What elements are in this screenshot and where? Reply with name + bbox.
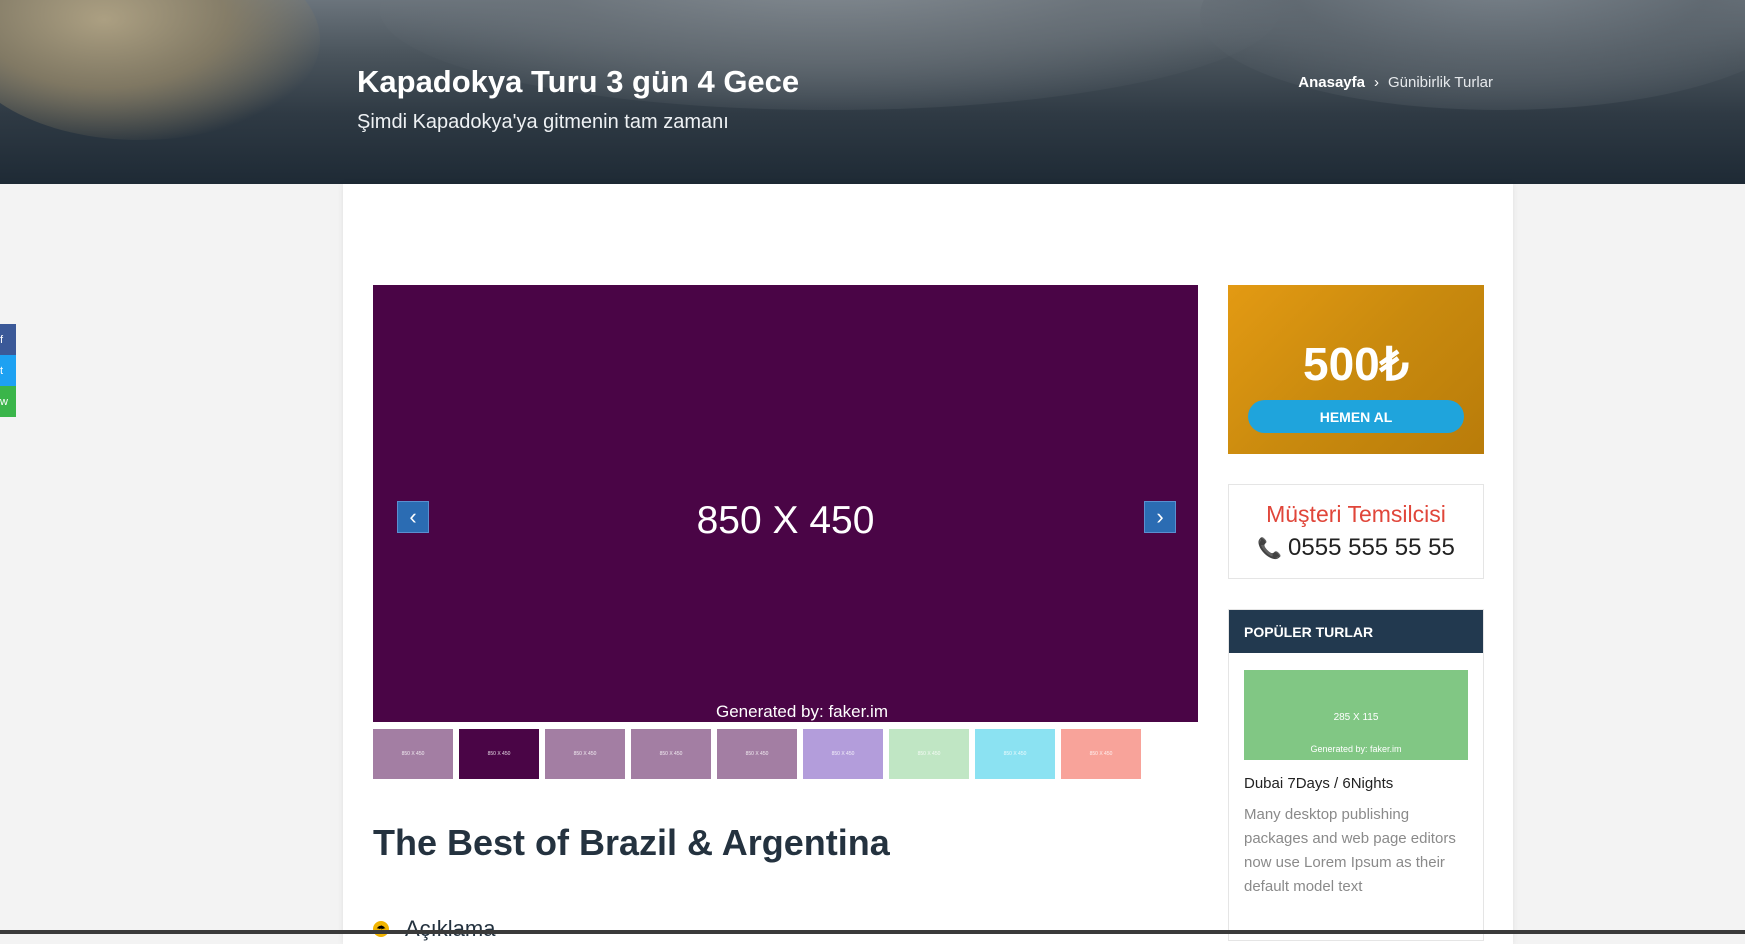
thumbnail-label: 850 X 450: [573, 751, 597, 757]
thumbnail-label: 850 X 450: [917, 751, 941, 757]
tour-title: The Best of Brazil & Argentina: [373, 822, 890, 863]
slider-prev-button[interactable]: ‹: [397, 501, 429, 533]
hero-background-rock: [1200, 0, 1745, 110]
breadcrumb-current: Günibirlik Turlar: [1387, 74, 1493, 91]
slider-thumbnail[interactable]: 850 X 450: [803, 729, 883, 779]
breadcrumb-home-link[interactable]: Anasayfa: [1298, 74, 1365, 91]
slider-thumbnail[interactable]: 850 X 450: [889, 729, 969, 779]
promo-price: 500₺: [1302, 338, 1409, 390]
thumbnail-label: 850 X 450: [1089, 751, 1113, 757]
section-label: Açıklama: [405, 916, 496, 941]
phone-icon: 📞: [1257, 537, 1283, 560]
thumbnail-label: 850 X 450: [831, 751, 855, 757]
slider-thumbnails: 850 X 450 850 X 450 850 X 450 850 X 450 …: [373, 729, 1141, 779]
social-share-bar: f t w: [0, 324, 16, 417]
thumbnail-label: 850 X 450: [401, 751, 425, 757]
breadcrumb: Anasayfa › Günibirlik Turlar: [1298, 74, 1493, 91]
chevron-right-icon: ›: [1373, 74, 1379, 91]
phone-number: 0555 555 55 55: [1288, 534, 1455, 561]
price-promo-box: 500₺ HEMEN AL: [1228, 285, 1484, 454]
popular-tour-image[interactable]: 285 X 115 Generated by: faker.im: [1244, 670, 1468, 760]
image-credit: Generated by: faker.im: [1310, 744, 1402, 754]
page-subtitle: Şimdi Kapadokya'ya gitmenin tam zamanı: [357, 111, 729, 133]
image-slider[interactable]: 850 X 450 Generated by: faker.im ‹ ›: [373, 285, 1198, 722]
customer-representative-box: Müşteri Temsilcisi 📞 0555 555 55 55: [1228, 484, 1484, 579]
slider-thumbnail[interactable]: 850 X 450: [459, 729, 539, 779]
slider-next-button[interactable]: ›: [1144, 501, 1176, 533]
whatsapp-icon: w: [0, 395, 8, 408]
thumbnail-label: 850 X 450: [745, 751, 769, 757]
popular-tours-widget: POPÜLER TURLAR 285 X 115 Generated by: f…: [1228, 609, 1484, 941]
representative-phone[interactable]: 📞 0555 555 55 55: [1229, 534, 1483, 562]
slider-thumbnail[interactable]: 850 X 450: [373, 729, 453, 779]
buy-now-button[interactable]: HEMEN AL: [1248, 400, 1464, 433]
slider-thumbnail[interactable]: 850 X 450: [975, 729, 1055, 779]
page-hero: Kapadokya Turu 3 gün 4 Gece Şimdi Kapado…: [0, 0, 1745, 184]
slider-thumbnail[interactable]: 850 X 450: [717, 729, 797, 779]
thumbnail-label: 850 X 450: [487, 751, 511, 757]
image-placeholder-label: 285 X 115: [1333, 712, 1379, 723]
umbrella-icon: ☂: [373, 921, 389, 937]
hero-background-rock: [0, 0, 320, 140]
chevron-right-icon: ›: [1156, 504, 1164, 529]
page-title: Kapadokya Turu 3 gün 4 Gece: [357, 64, 800, 99]
facebook-share-button[interactable]: f: [0, 324, 16, 355]
thumbnail-label: 850 X 450: [659, 751, 683, 757]
chevron-left-icon: ‹: [409, 504, 417, 529]
page-bottom-edge: [0, 930, 1745, 934]
popular-tour-name[interactable]: Dubai 7Days / 6Nights: [1244, 775, 1393, 792]
slider-thumbnail[interactable]: 850 X 450: [1061, 729, 1141, 779]
representative-title: Müşteri Temsilcisi: [1266, 501, 1446, 527]
popular-tour-description: Many desktop publishing packages and web…: [1244, 806, 1456, 895]
twitter-icon: t: [0, 364, 4, 377]
description-section-header: ☂ Açıklama: [373, 916, 495, 942]
twitter-share-button[interactable]: t: [0, 355, 16, 386]
popular-tours-heading: POPÜLER TURLAR: [1229, 610, 1483, 653]
slide-placeholder-label: 850 X 450: [696, 499, 875, 542]
thumbnail-label: 850 X 450: [1003, 751, 1027, 757]
slider-thumbnail[interactable]: 850 X 450: [545, 729, 625, 779]
facebook-icon: f: [0, 333, 4, 346]
slider-thumbnail[interactable]: 850 X 450: [631, 729, 711, 779]
whatsapp-share-button[interactable]: w: [0, 386, 16, 417]
slide-credit: Generated by: faker.im: [716, 702, 888, 721]
